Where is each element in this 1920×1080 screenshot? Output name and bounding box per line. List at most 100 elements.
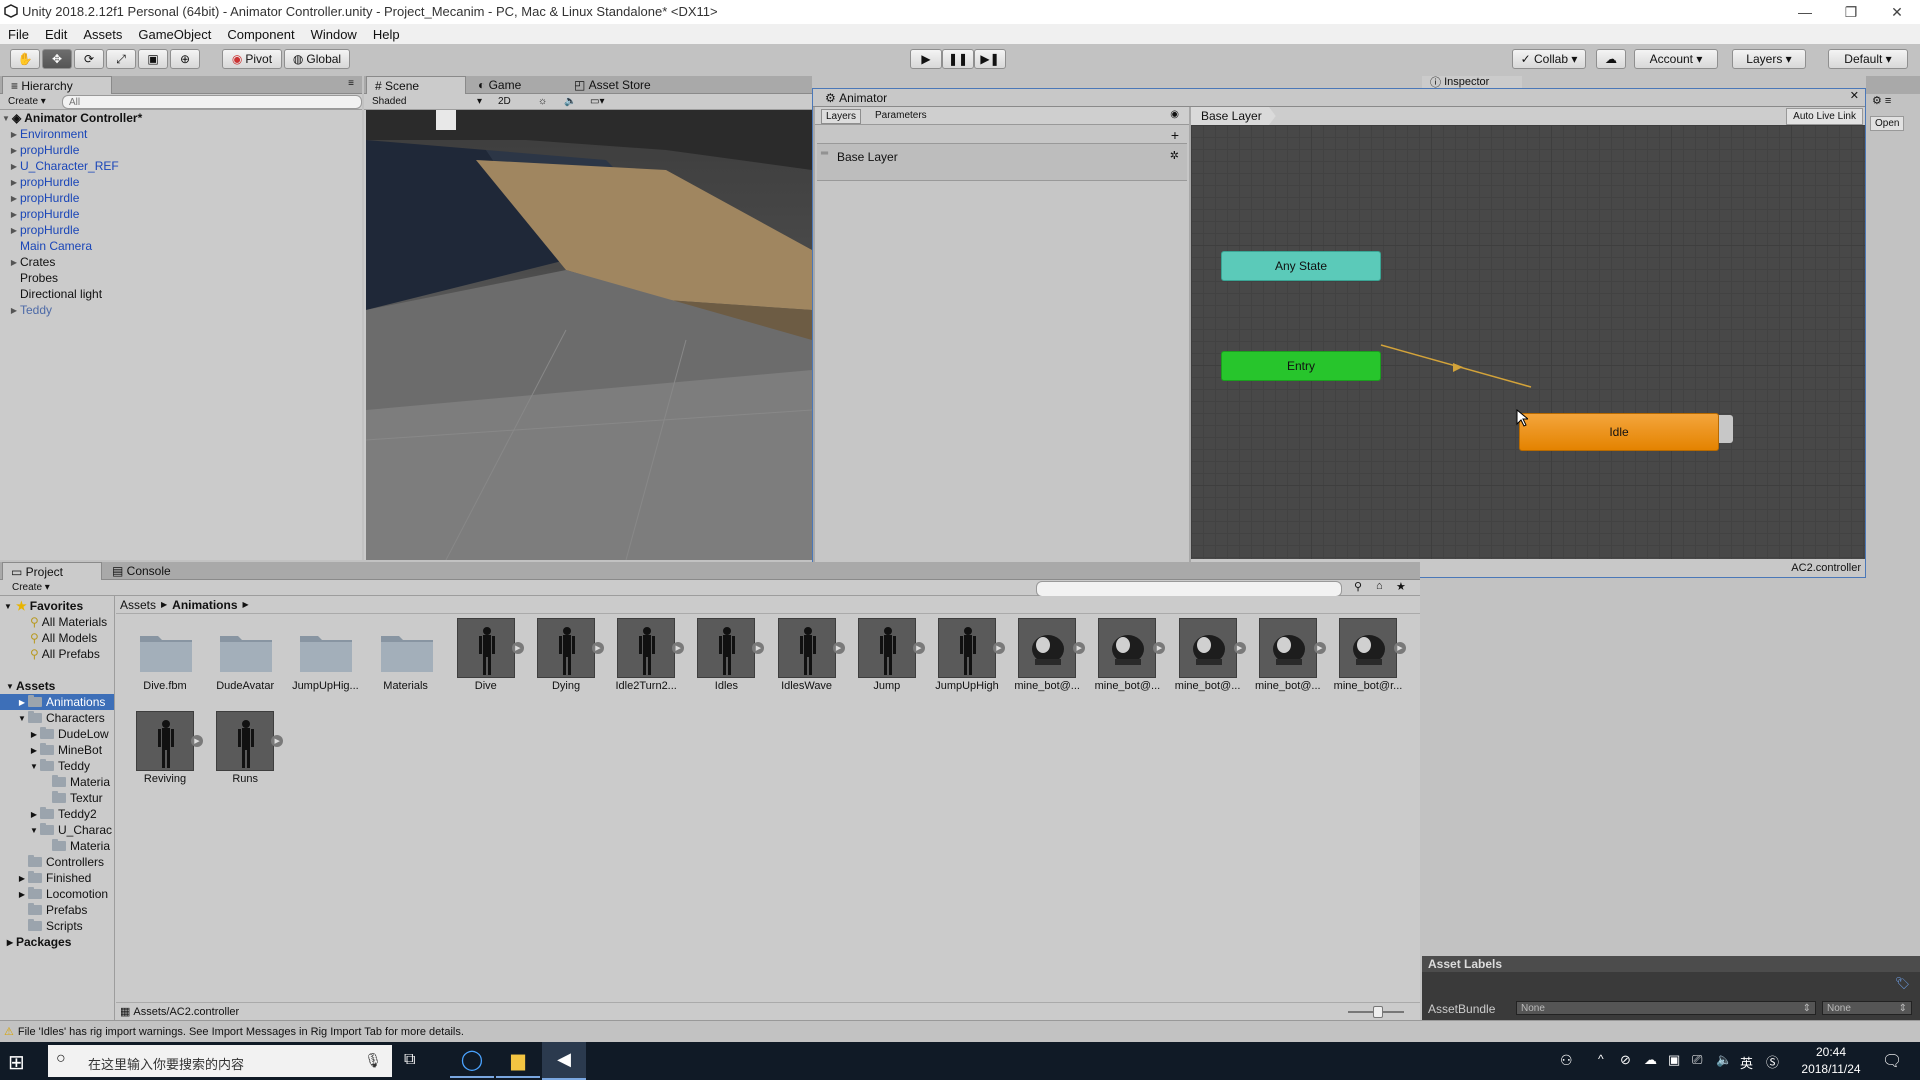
play-preview-icon[interactable]: ▶ bbox=[1394, 642, 1406, 654]
filter-label-icon[interactable]: ⌂ bbox=[1376, 580, 1383, 592]
asset-item[interactable]: ▶ mine_bot@r... bbox=[1333, 618, 1406, 698]
file-explorer-icon[interactable]: ▆ bbox=[496, 1044, 540, 1078]
expand-arrow-icon[interactable]: ▶ bbox=[8, 226, 20, 235]
menu-assets[interactable]: Assets bbox=[75, 27, 130, 42]
play-preview-icon[interactable]: ▶ bbox=[1313, 642, 1326, 654]
minimize-button[interactable]: — bbox=[1782, 0, 1828, 24]
layer-settings-icon[interactable]: ✲ bbox=[1170, 149, 1179, 162]
ime-indicator[interactable]: 英 bbox=[1740, 1053, 1753, 1072]
hierarchy-create-button[interactable]: Create ▾ bbox=[4, 95, 50, 108]
tray-app-icon[interactable]: ⊘ bbox=[1620, 1052, 1631, 1068]
2d-toggle[interactable]: 2D bbox=[494, 95, 515, 108]
play-preview-icon[interactable]: ▶ bbox=[592, 642, 604, 654]
hierarchy-item[interactable]: ▶ propHurdle bbox=[8, 174, 368, 190]
maximize-button[interactable]: ❐ bbox=[1828, 0, 1874, 24]
breadcrumb-base-layer[interactable]: Base Layer bbox=[1191, 107, 1276, 125]
play-preview-icon[interactable]: ▶ bbox=[912, 642, 925, 654]
hierarchy-item[interactable]: ▶ propHurdle bbox=[8, 206, 368, 222]
play-preview-icon[interactable]: ▶ bbox=[1073, 642, 1086, 654]
panel-menu-icon[interactable]: ≡ bbox=[348, 78, 354, 89]
auto-live-link-toggle[interactable]: Auto Live Link bbox=[1786, 108, 1863, 125]
move-tool-button[interactable]: ✥ bbox=[42, 49, 72, 69]
asset-item[interactable]: ▶ Idle2Turn2... bbox=[611, 618, 685, 698]
asset-bundle-dropdown[interactable]: None ⇕ bbox=[1516, 1001, 1816, 1015]
effects-toggle[interactable]: ▭▾ bbox=[586, 95, 608, 108]
pause-button[interactable]: ❚❚ bbox=[942, 49, 974, 69]
tab-project[interactable]: ▭ Project bbox=[2, 562, 102, 580]
people-icon[interactable]: ⚇ bbox=[1560, 1052, 1573, 1069]
account-dropdown[interactable]: Account ▾ bbox=[1634, 49, 1718, 69]
expand-arrow-icon[interactable]: ▶ bbox=[8, 194, 20, 203]
hierarchy-item[interactable]: Probes bbox=[8, 270, 368, 286]
asset-item[interactable]: ▶ Dying bbox=[531, 618, 604, 698]
asset-item[interactable]: Dive.fbm bbox=[130, 618, 200, 698]
tab-hierarchy[interactable]: ≡ Hierarchy bbox=[2, 76, 112, 94]
favorites-node[interactable]: ▼ ★ Favorites bbox=[4, 598, 83, 614]
asset-item[interactable]: ▶ JumpUpHigh bbox=[932, 618, 1005, 698]
expand-arrow-icon[interactable]: ▶ bbox=[28, 730, 40, 739]
clock-date[interactable]: 2018/11/24 bbox=[1790, 1062, 1872, 1076]
play-preview-icon[interactable]: ▶ bbox=[511, 642, 524, 654]
global-toggle[interactable]: ◍ Global bbox=[284, 49, 350, 69]
collab-dropdown[interactable]: ✓ Collab ▾ bbox=[1512, 49, 1586, 69]
layout-dropdown[interactable]: Default ▾ bbox=[1828, 49, 1908, 69]
menu-gameobject[interactable]: GameObject bbox=[130, 27, 219, 42]
tag-icon[interactable]: 🏷 bbox=[1895, 976, 1910, 990]
browser-app-icon[interactable]: ◯ bbox=[450, 1044, 494, 1078]
slider-thumb[interactable] bbox=[1373, 1006, 1383, 1018]
hand-tool-button[interactable]: ✋ bbox=[10, 49, 40, 69]
breadcrumb-animations[interactable]: Animations bbox=[172, 598, 237, 612]
asset-item[interactable]: ▶ Reviving bbox=[130, 711, 203, 791]
asset-item[interactable]: Materials bbox=[371, 618, 441, 698]
expand-arrow-icon[interactable]: ▶ bbox=[16, 874, 28, 883]
expand-arrow-icon[interactable]: ▶ bbox=[4, 938, 16, 947]
hierarchy-item[interactable]: Directional light bbox=[8, 286, 368, 302]
cloud-button[interactable]: ☁ bbox=[1596, 49, 1626, 69]
hierarchy-item[interactable]: ▶ propHurdle bbox=[8, 190, 368, 206]
lighting-toggle[interactable]: ☼ bbox=[534, 95, 551, 108]
tab-game[interactable]: ◐ Game bbox=[470, 76, 529, 94]
tab-scene[interactable]: # Scene bbox=[366, 76, 466, 94]
hierarchy-item[interactable]: ▶ propHurdle bbox=[8, 142, 368, 158]
tree-item[interactable]: Prefabs bbox=[16, 902, 114, 918]
tree-item[interactable]: ▶ Locomotion bbox=[16, 886, 114, 902]
favorite-all-materials[interactable]: ⚲ All Materials bbox=[30, 614, 107, 630]
asset-item[interactable]: JumpUpHig... bbox=[290, 618, 360, 698]
project-create-button[interactable]: Create ▾ bbox=[8, 581, 54, 594]
menu-help[interactable]: Help bbox=[365, 27, 408, 42]
project-search-input[interactable] bbox=[1036, 581, 1342, 597]
asset-variant-dropdown[interactable]: None ⇕ bbox=[1822, 1001, 1912, 1015]
asset-item[interactable]: ▶ mine_bot@... bbox=[1012, 618, 1086, 698]
hierarchy-item[interactable]: ▶ propHurdle bbox=[8, 222, 368, 238]
rotate-tool-button[interactable]: ⟳ bbox=[74, 49, 104, 69]
tree-item[interactable]: ▶ Finished bbox=[16, 870, 114, 886]
favorite-all-models[interactable]: ⚲ All Models bbox=[30, 630, 97, 646]
hierarchy-item[interactable]: ▶ Crates bbox=[8, 254, 368, 270]
play-preview-icon[interactable]: ▶ bbox=[672, 642, 685, 654]
expand-arrow-icon[interactable]: ▶ bbox=[8, 210, 20, 219]
volume-icon[interactable]: 🔈 bbox=[1716, 1052, 1732, 1068]
asset-item[interactable]: ▶ IdlesWave bbox=[772, 618, 845, 698]
shading-dropdown[interactable]: Shaded ▾ bbox=[368, 95, 486, 108]
tab-animator[interactable]: ⚙ Animator bbox=[817, 89, 895, 107]
expand-arrow-icon[interactable]: ▼ bbox=[4, 682, 16, 691]
tree-item[interactable]: ▼ Assets bbox=[4, 678, 114, 694]
asset-item[interactable]: ▶ Runs bbox=[210, 711, 284, 791]
tree-item[interactable]: Scripts bbox=[16, 918, 114, 934]
tray-device-icon[interactable]: ▣ bbox=[1668, 1052, 1680, 1068]
onedrive-icon[interactable]: ☁ bbox=[1644, 1052, 1657, 1068]
tree-item[interactable]: Controllers bbox=[16, 854, 114, 870]
play-preview-icon[interactable]: ▶ bbox=[271, 735, 284, 747]
asset-item[interactable]: ▶ Dive bbox=[451, 618, 524, 698]
node-any-state[interactable]: Any State bbox=[1221, 251, 1381, 281]
tree-item[interactable]: ▶ DudeLow bbox=[28, 726, 114, 742]
audio-toggle[interactable]: 🔈 bbox=[560, 95, 580, 108]
asset-item[interactable]: ▶ mine_bot@... bbox=[1092, 618, 1166, 698]
transform-tool-button[interactable]: ⊕ bbox=[170, 49, 200, 69]
play-preview-icon[interactable]: ▶ bbox=[1233, 642, 1246, 654]
close-animator-icon[interactable]: ✕ bbox=[1850, 89, 1859, 102]
windows-start-icon[interactable]: ⊞ bbox=[8, 1050, 25, 1075]
microphone-icon[interactable]: 🎙 bbox=[364, 1052, 382, 1069]
tree-item[interactable]: ▶ Animations bbox=[0, 694, 114, 710]
breadcrumb-assets[interactable]: Assets bbox=[120, 598, 156, 612]
